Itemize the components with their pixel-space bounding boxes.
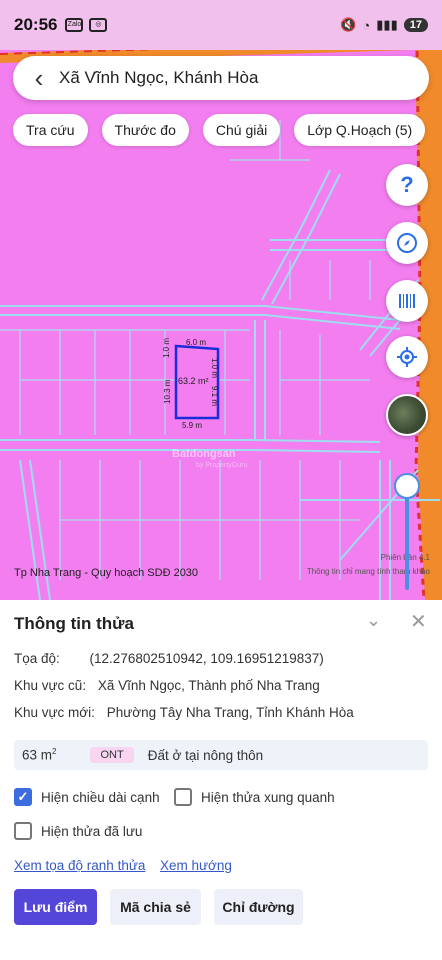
chevron-down-icon[interactable]: ⌄	[366, 610, 381, 631]
land-code-badge: ONT	[90, 747, 134, 763]
status-time: 20:56	[14, 15, 58, 34]
old-area-row: Khu vực cũ: Xã Vĩnh Ngọc, Thành phố Nha …	[14, 678, 320, 693]
area-value: 63 m2	[22, 747, 56, 763]
barcode-button[interactable]	[386, 280, 428, 322]
opacity-slider-thumb[interactable]	[394, 473, 420, 499]
wifi-icon: ◔	[362, 17, 371, 33]
status-indicators: 🔇 ◔ ▮▮▮ 17	[340, 17, 428, 33]
satellite-layer-thumbnail[interactable]	[386, 394, 428, 436]
map-watermark: Batdongsan	[172, 448, 236, 460]
checkbox-label: Hiện chiều dài cạnh	[41, 789, 160, 805]
parcel-dim-right-top: 1.0 m	[210, 358, 219, 379]
checkbox-show-saved[interactable]: Hiện thửa đã lưu	[14, 822, 142, 840]
checkbox-show-edge-length[interactable]: ✓ Hiện chiều dài cạnh	[14, 788, 160, 806]
parcel-info-panel: Thông tin thửa ⌄ ✕ Tọa độ: (12.276802510…	[0, 600, 442, 960]
barcode-icon	[399, 294, 415, 308]
area-number: 63 m	[22, 747, 53, 763]
checkbox-label: Hiện thửa đã lưu	[41, 823, 143, 839]
area-unit-sup: 2	[52, 747, 57, 757]
coord-label: Tọa độ:	[14, 651, 60, 666]
tool-chips: Tra cứu Thước đo Chú giải Lớp Q.Hoạch (5…	[13, 114, 426, 146]
help-icon: ?	[400, 172, 414, 197]
compass-icon	[397, 233, 417, 253]
coord-row: Tọa độ: (12.276802510942, 109.1695121983…	[14, 651, 324, 666]
checkbox-checked-icon[interactable]: ✓	[14, 788, 32, 806]
status-app-icons: Zalo ◎	[65, 18, 108, 32]
coord-value: (12.276802510942, 109.16951219837)	[89, 651, 324, 666]
land-use-desc: Đất ở tại nông thôn	[147, 747, 264, 763]
app-notification-icon: Zalo	[65, 18, 84, 32]
search-text[interactable]: Xã Vĩnh Ngọc, Khánh Hòa	[59, 68, 258, 88]
compass-button[interactable]	[386, 222, 428, 264]
parcel-area-label: 63.2 m²	[178, 376, 209, 386]
chip-lookup[interactable]: Tra cứu	[13, 114, 88, 146]
mute-icon: 🔇	[340, 17, 357, 32]
old-area-value: Xã Vĩnh Ngọc, Thành phố Nha Trang	[97, 678, 320, 693]
locate-button[interactable]	[386, 336, 428, 378]
new-area-row: Khu vực mới: Phường Tây Nha Trang, Tỉnh …	[14, 705, 354, 720]
battery-icon: 17	[403, 18, 428, 32]
status-bar: 20:56 Zalo ◎ 🔇 ◔ ▮▮▮ 17	[0, 0, 442, 50]
checkbox-label: Hiện thửa xung quanh	[201, 789, 335, 805]
map-watermark-sub: by PropertyGuru	[196, 462, 248, 469]
save-point-button[interactable]: Lưu điểm	[14, 889, 97, 925]
land-area-row: 63 m2 ONT Đất ở tại nông thôn	[14, 740, 428, 770]
checkbox-show-surrounding[interactable]: Hiện thửa xung quanh	[174, 788, 335, 806]
link-view-boundary-coords[interactable]: Xem tọa độ ranh thửa	[14, 858, 145, 873]
old-area-label: Khu vực cũ:	[14, 678, 87, 693]
checkbox-unchecked-icon[interactable]	[174, 788, 192, 806]
screen-record-icon: ◎	[89, 18, 108, 32]
parcel-dim-right: 9.1 m	[210, 386, 219, 407]
parcel-dim-left-top: 1.0 m	[162, 337, 171, 358]
panel-title: Thông tin thửa	[14, 614, 134, 633]
parcel-dim-left: 10.3 m	[163, 379, 172, 404]
share-code-button[interactable]: Mã chia sẻ	[110, 889, 201, 925]
help-button[interactable]: ?	[386, 164, 428, 206]
signal-icon: ▮▮▮	[376, 17, 398, 32]
search-bar[interactable]: ‹ Xã Vĩnh Ngọc, Khánh Hòa	[13, 56, 429, 100]
map-layer-label: Tp Nha Trang - Quy hoạch SDĐ 2030	[14, 567, 199, 579]
parcel-dim-top: 6.0 m	[186, 338, 207, 347]
checkbox-unchecked-icon[interactable]	[14, 822, 32, 840]
chip-ruler[interactable]: Thước đo	[101, 114, 189, 146]
new-area-label: Khu vực mới:	[14, 705, 95, 720]
link-view-direction[interactable]: Xem hướng	[160, 858, 232, 873]
map-disclaimer: Thông tin chỉ mang tính tham khảo	[306, 567, 430, 576]
new-area-value: Phường Tây Nha Trang, Tỉnh Khánh Hòa	[106, 705, 354, 720]
locate-icon	[397, 347, 417, 367]
chip-planning-layers[interactable]: Lớp Q.Hoạch (5)	[294, 114, 426, 146]
chip-legend[interactable]: Chú giải	[202, 114, 281, 146]
back-arrow-icon[interactable]: ‹	[19, 56, 59, 100]
directions-button[interactable]: Chỉ đường	[214, 889, 303, 925]
close-icon[interactable]: ✕	[410, 609, 427, 634]
parcel-dim-bottom: 5.9 m	[182, 421, 203, 430]
